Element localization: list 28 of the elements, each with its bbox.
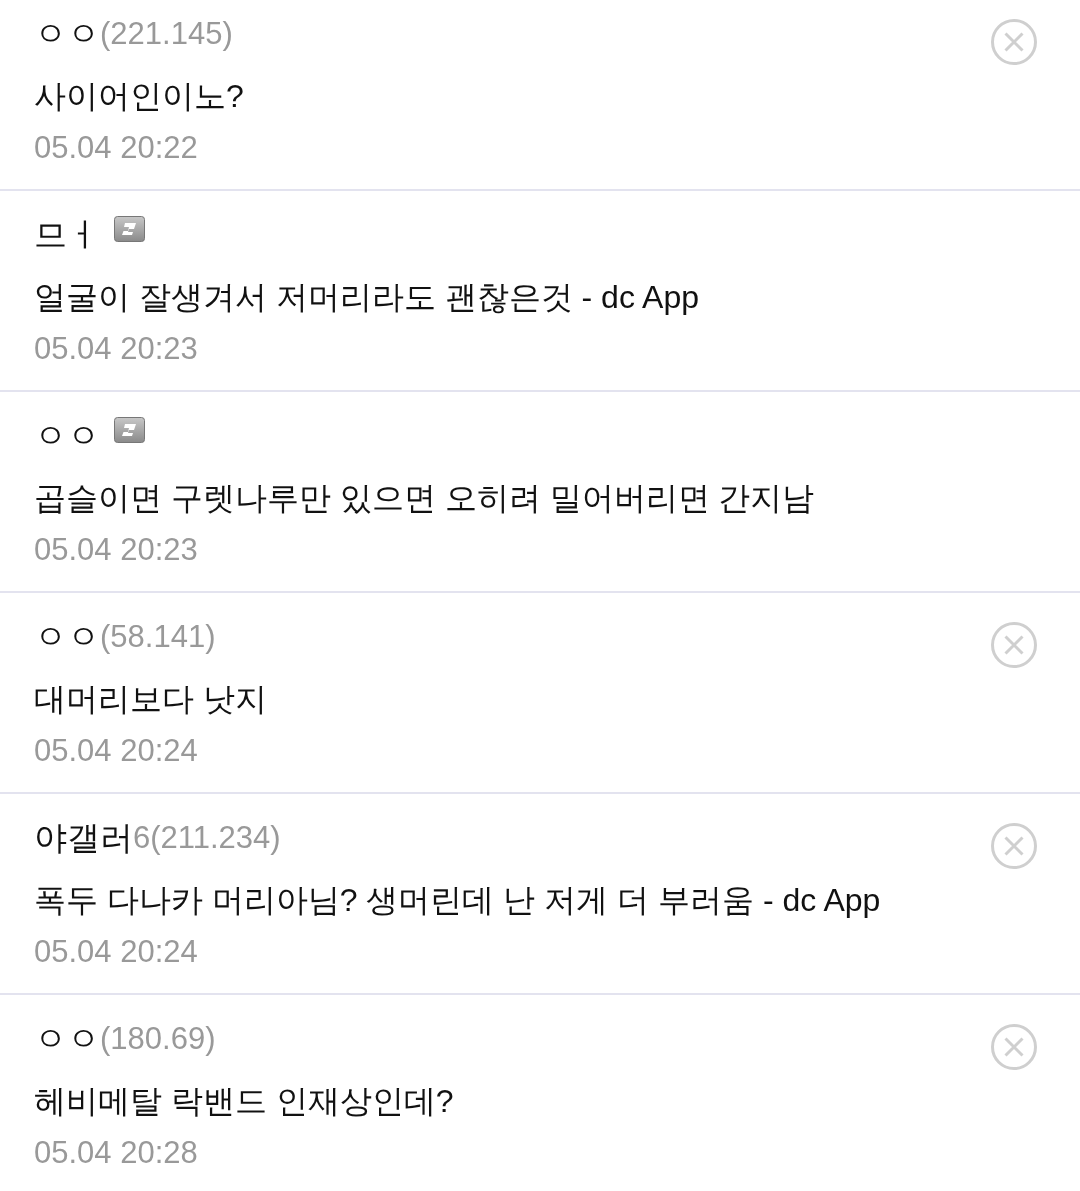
comment-text: 대머리보다 낫지 — [34, 680, 268, 719]
comment-text: 곱슬이면 구렛나루만 있으면 오히려 밀어버리면 간지남 — [34, 479, 816, 518]
nickname: ㅇㅇ — [34, 617, 100, 657]
nickname: 야갤러 — [34, 818, 133, 858]
ip-address: (221.145) — [100, 15, 233, 53]
comment-date: 05.04 20:22 — [34, 129, 199, 167]
ip-address: (58.141) — [100, 618, 216, 656]
close-icon[interactable] — [991, 19, 1037, 65]
close-icon[interactable] — [991, 823, 1037, 869]
comment-text: 얼굴이 잘생겨서 저머리라도 괜찮은것 - dc App — [34, 278, 700, 317]
close-icon[interactable] — [991, 1024, 1037, 1070]
comment-date: 05.04 20:24 — [34, 933, 199, 971]
comment-date: 05.04 20:24 — [34, 732, 199, 770]
comment-date: 05.04 20:28 — [34, 1134, 199, 1172]
nickname: ㅇㅇ — [34, 1019, 100, 1059]
comment-text: 사이어인이노? — [34, 77, 245, 116]
comment-text: 폭두 다나카 머리아님? 생머린데 난 저게 더 부러움 - dc App — [34, 881, 882, 920]
nickname: 므ㅓ — [34, 215, 100, 255]
badge-icon — [114, 417, 145, 443]
comment-text: 헤비메탈 락밴드 인재상인데? — [34, 1082, 455, 1121]
nickname: ㅇㅇ — [34, 416, 100, 456]
nickname: ㅇㅇ — [34, 14, 100, 54]
badge-icon — [114, 216, 145, 242]
comment-date: 05.04 20:23 — [34, 330, 199, 368]
ip-address: (180.69) — [100, 1020, 216, 1058]
comment-date: 05.04 20:23 — [34, 531, 199, 569]
ip-address: 6(211.234) — [133, 819, 281, 857]
close-icon[interactable] — [991, 622, 1037, 668]
